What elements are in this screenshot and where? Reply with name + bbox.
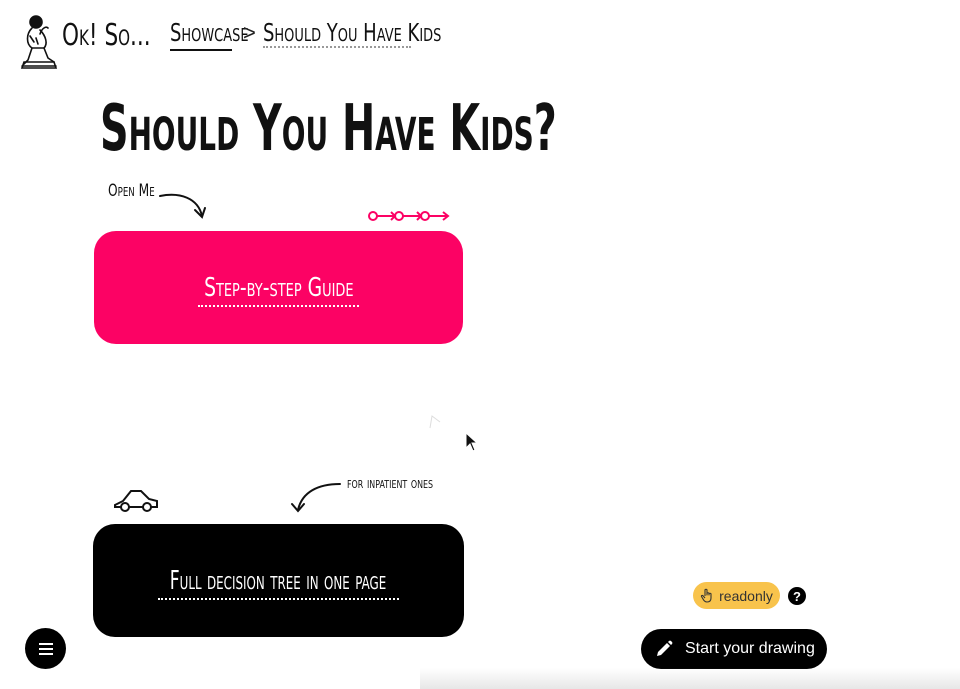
pencil-icon [657,640,673,656]
step-chain-icon [368,211,450,221]
page-title: Should You Have Kids? [100,92,557,166]
menu-button[interactable] [25,628,66,669]
help-button[interactable]: ? [788,587,806,605]
thinker-logo-icon[interactable] [18,12,60,70]
breadcrumb-current: Should You Have Kids [263,18,442,47]
readonly-label: readonly [719,587,773,604]
brand-name[interactable]: Ok! So... [62,18,185,53]
curved-arrow-down-icon [291,483,341,513]
step-by-step-guide-label: Step-by-step Guide [175,272,383,307]
step-by-step-guide-button[interactable]: Step-by-step Guide [94,231,463,344]
label-dotted-underline [158,598,399,600]
note-for-impatient: for inpatient ones [347,473,434,492]
label-dotted-underline [197,305,360,307]
curved-arrow-icon [159,193,206,219]
faint-stroke [429,415,441,429]
start-drawing-button[interactable]: Start your drawing [641,629,827,669]
hand-pointer-icon [700,588,712,603]
breadcrumb-current-underline [263,46,411,48]
hamburger-icon [38,642,53,655]
car-doodle-icon [114,490,158,512]
start-drawing-label: Start your drawing [685,640,815,657]
link-underline [170,49,232,51]
mouse-cursor-icon [465,431,479,452]
help-icon: ? [793,588,801,604]
full-decision-tree-button[interactable]: Full decision tree in one page [93,524,464,637]
readonly-badge[interactable]: readonly [693,582,780,609]
full-decision-tree-label: Full decision tree in one page [114,565,442,600]
bottom-shadow [420,668,960,689]
breadcrumb-separator: > [243,20,256,45]
